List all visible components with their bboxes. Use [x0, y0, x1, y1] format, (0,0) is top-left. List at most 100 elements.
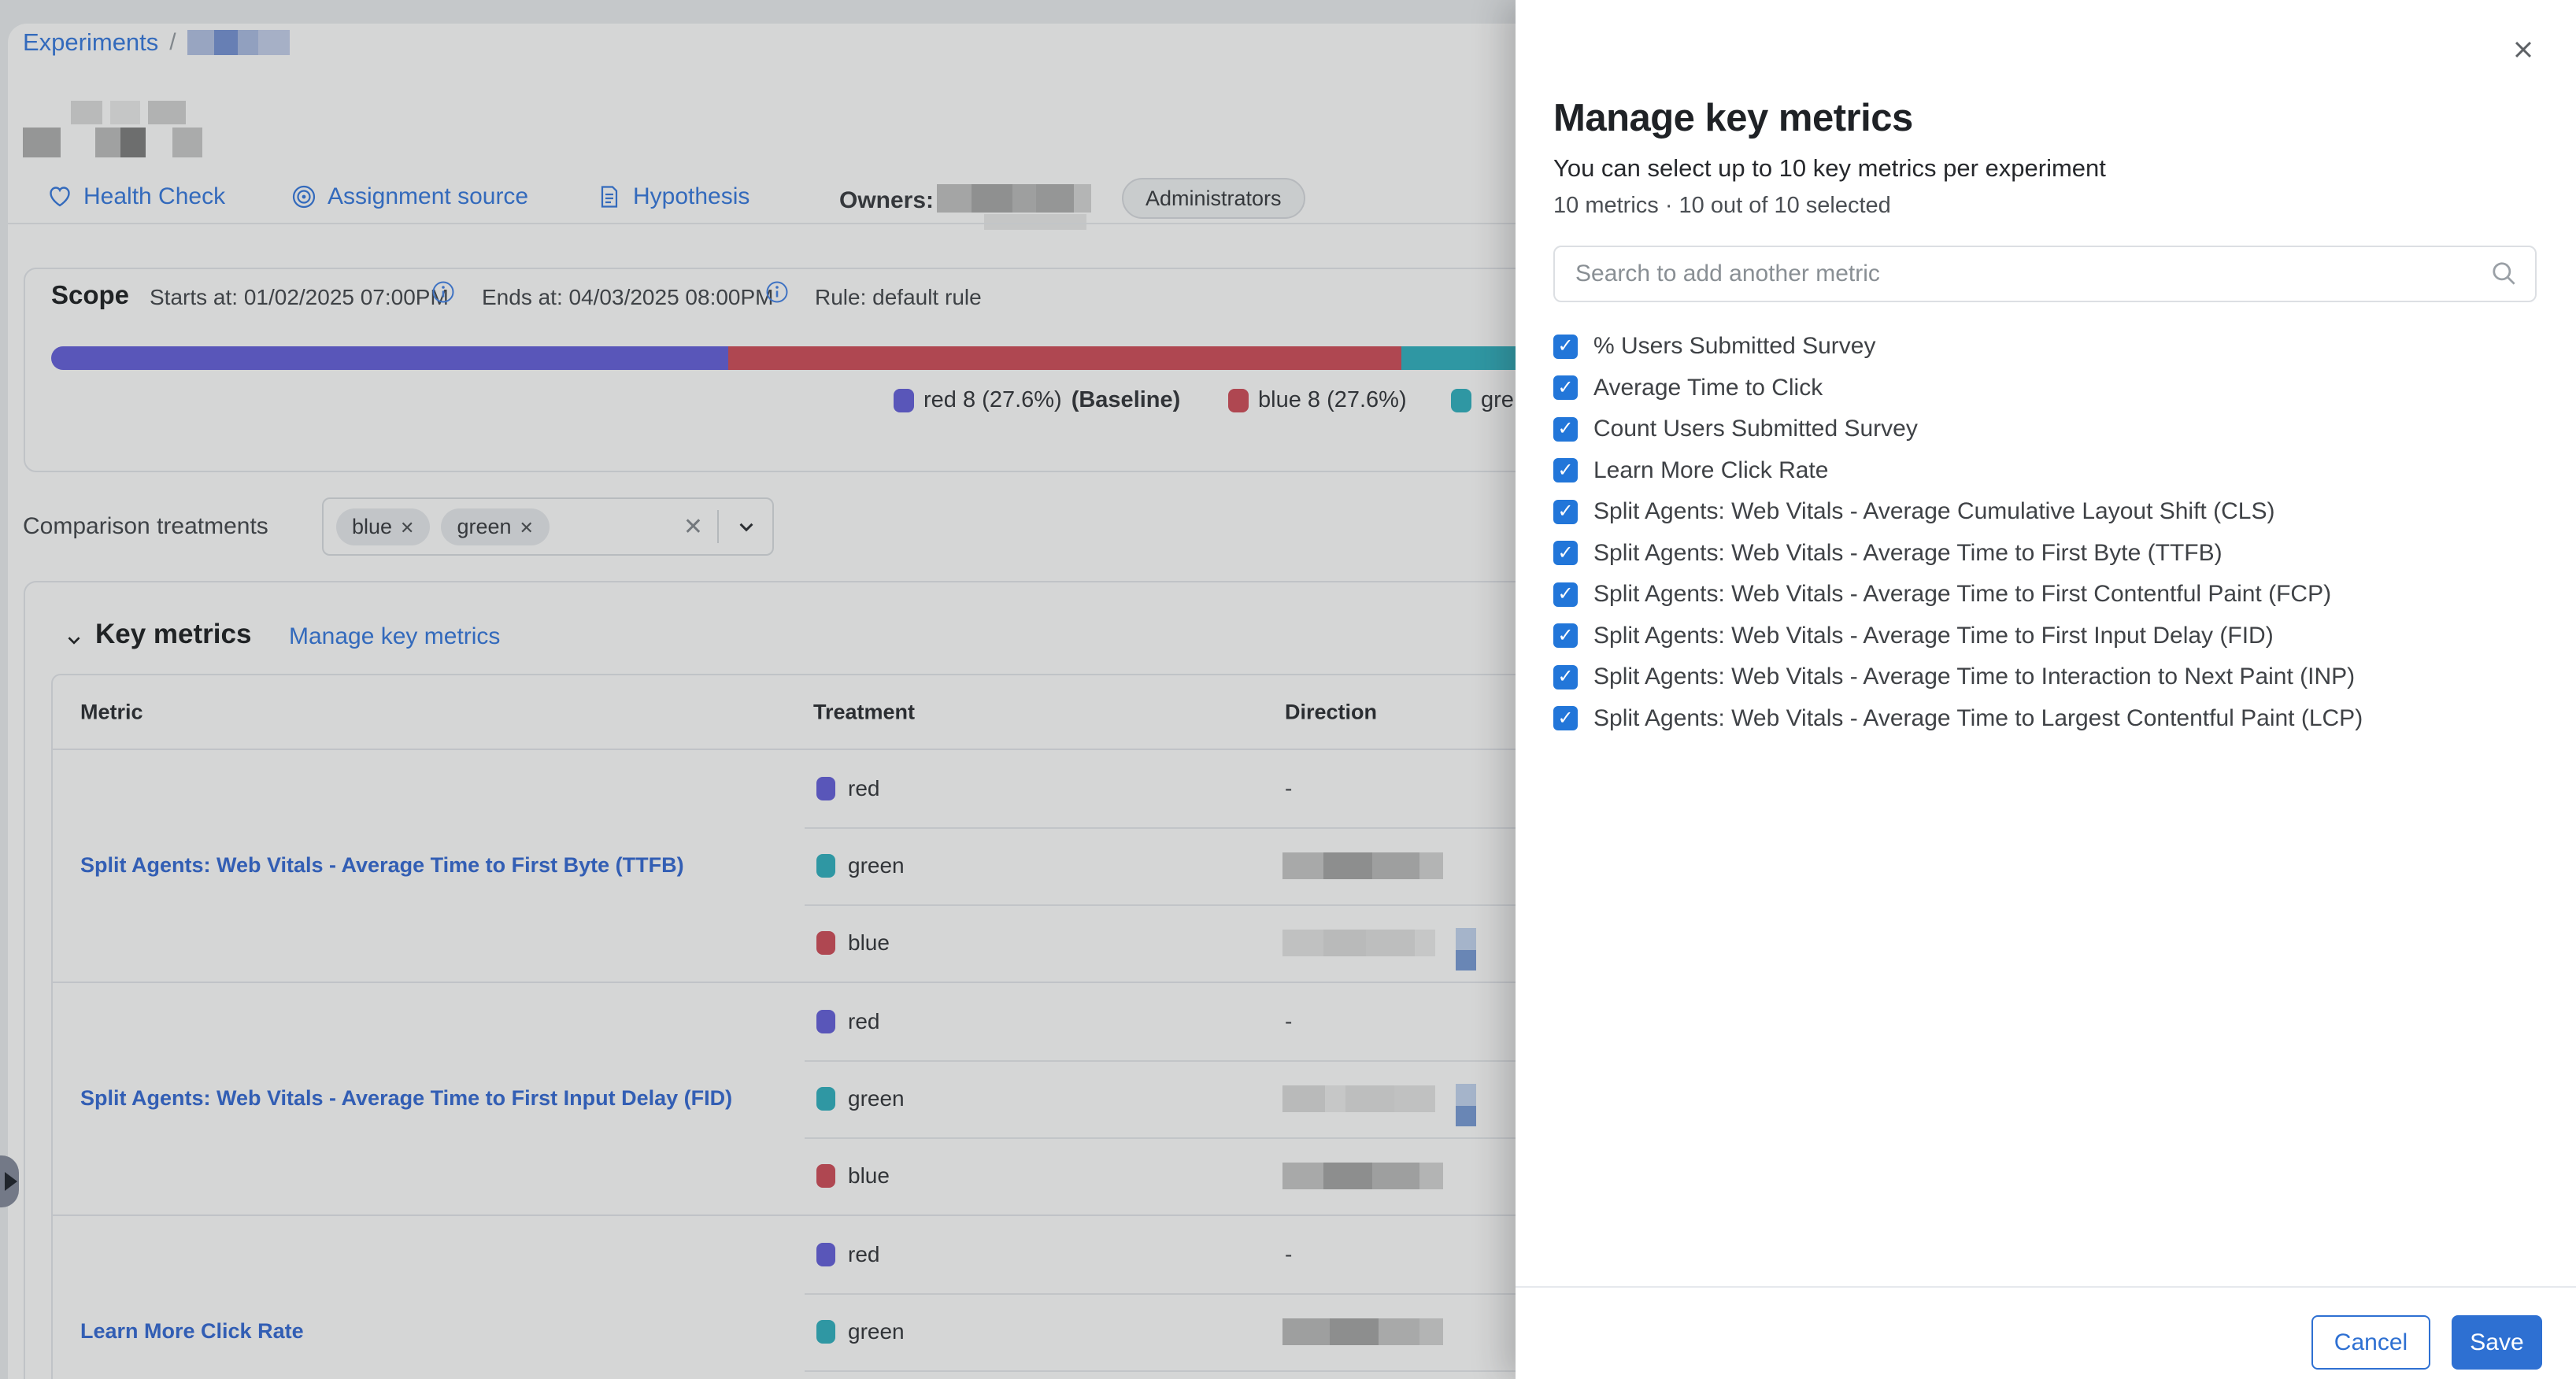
- column-header-direction: Direction: [1285, 700, 1377, 724]
- metric-link-ttfb[interactable]: Split Agents: Web Vitals - Average Time …: [80, 852, 684, 879]
- scope-rule: Rule: default rule: [815, 285, 982, 310]
- experiment-page: Experiments / Health Check Assignment so…: [0, 0, 2576, 1379]
- redacted-breadcrumb-item: [187, 30, 290, 55]
- checkbox-checked-icon[interactable]: [1553, 417, 1578, 442]
- legend-baseline-tag: (Baseline): [1071, 387, 1181, 413]
- health-check-link[interactable]: Health Check: [47, 183, 225, 210]
- assignment-source-link[interactable]: Assignment source: [291, 183, 528, 210]
- treatment-swatch-green: [816, 854, 835, 878]
- comparison-treatments-select[interactable]: blue green: [322, 497, 774, 556]
- metric-checkbox-row[interactable]: Split Agents: Web Vitals - Average Time …: [1553, 656, 2545, 698]
- search-input[interactable]: [1553, 246, 2537, 302]
- table-header-row: Metric Treatment Direction: [53, 675, 1687, 750]
- metric-group-ttfb: Split Agents: Web Vitals - Average Time …: [53, 750, 1687, 982]
- checkbox-checked-icon[interactable]: [1553, 500, 1578, 524]
- administrators-badge[interactable]: Administrators: [1122, 178, 1305, 219]
- redacted-direction: [1282, 1085, 1435, 1112]
- redacted-direction-accent: [1456, 1084, 1476, 1126]
- redacted-owner-name: [937, 184, 1091, 213]
- metric-group-learn-more: Learn More Click Rate red - green: [53, 1214, 1687, 1379]
- legend-item-green: gre: [1451, 387, 1514, 413]
- treatment-swatch-green: [816, 1087, 835, 1111]
- redacted-direction: [1282, 930, 1435, 956]
- metric-checkbox-row[interactable]: Average Time to Click: [1553, 368, 2545, 409]
- chip-blue[interactable]: blue: [336, 508, 430, 545]
- legend-swatch: [1228, 389, 1249, 412]
- heart-icon: [47, 184, 72, 209]
- close-icon[interactable]: [2508, 35, 2538, 65]
- checkbox-checked-icon[interactable]: [1553, 541, 1578, 565]
- direction-value: -: [1285, 1242, 1292, 1267]
- metric-link-learn-more[interactable]: Learn More Click Rate: [80, 1318, 304, 1345]
- selected-metrics-count: 10 metrics · 10 out of 10 selected: [1553, 193, 1891, 219]
- metric-checkbox-row[interactable]: Split Agents: Web Vitals - Average Time …: [1553, 574, 2545, 616]
- breadcrumb-experiments-link[interactable]: Experiments: [23, 28, 158, 57]
- metric-checkbox-row[interactable]: Count Users Submitted Survey: [1553, 409, 2545, 450]
- bar-segment-blue: [728, 346, 1401, 370]
- metric-link-fid[interactable]: Split Agents: Web Vitals - Average Time …: [80, 1085, 732, 1112]
- treatment-swatch-red: [816, 777, 835, 800]
- column-header-treatment: Treatment: [813, 700, 915, 724]
- search-icon: [2489, 259, 2519, 289]
- info-icon[interactable]: [431, 280, 455, 304]
- save-button[interactable]: Save: [2452, 1315, 2542, 1370]
- select-divider: [717, 510, 719, 543]
- metric-group-fid: Split Agents: Web Vitals - Average Time …: [53, 982, 1687, 1214]
- treatment-swatch-red: [816, 1243, 835, 1266]
- manage-key-metrics-link[interactable]: Manage key metrics: [289, 623, 500, 650]
- redacted-direction: [1282, 1318, 1443, 1345]
- metric-checkbox-row[interactable]: Split Agents: Web Vitals - Average Time …: [1553, 616, 2545, 657]
- checkbox-checked-icon[interactable]: [1553, 582, 1578, 607]
- redacted-direction-accent: [1456, 928, 1476, 970]
- document-icon: [597, 184, 622, 209]
- checkbox-checked-icon[interactable]: [1553, 458, 1578, 482]
- owners-label: Owners:: [839, 187, 934, 214]
- cancel-button[interactable]: Cancel: [2311, 1315, 2430, 1370]
- comparison-treatments-label: Comparison treatments: [23, 513, 268, 540]
- direction-value: -: [1285, 776, 1292, 801]
- metric-checkbox-row[interactable]: Split Agents: Web Vitals - Average Cumul…: [1553, 491, 2545, 533]
- checkbox-checked-icon[interactable]: [1553, 665, 1578, 690]
- scope-starts-at: Starts at: 01/02/2025 07:00PM: [150, 285, 449, 310]
- legend-swatch: [894, 389, 914, 412]
- key-metrics-table: Metric Treatment Direction Split Agents:…: [51, 674, 1689, 1379]
- info-icon[interactable]: [765, 280, 789, 304]
- modal-subtitle: You can select up to 10 key metrics per …: [1553, 154, 2106, 183]
- redacted-direction: [1282, 852, 1443, 879]
- checkbox-checked-icon[interactable]: [1553, 706, 1578, 730]
- redacted-page-title-line2: [23, 128, 202, 157]
- hypothesis-link[interactable]: Hypothesis: [597, 183, 749, 210]
- metric-checkbox-row[interactable]: Split Agents: Web Vitals - Average Time …: [1553, 698, 2545, 740]
- chip-remove-icon[interactable]: [520, 515, 534, 539]
- modal-title: Manage key metrics: [1553, 96, 1913, 140]
- breadcrumb-separator: /: [169, 29, 176, 56]
- chip-remove-icon[interactable]: [400, 515, 414, 539]
- redacted-owner-name-sub: [984, 214, 1086, 230]
- legend-swatch: [1451, 389, 1471, 412]
- footer-divider: [1516, 1286, 2576, 1288]
- clear-all-icon[interactable]: [683, 513, 703, 541]
- metric-checkbox-row[interactable]: Learn More Click Rate: [1553, 450, 2545, 492]
- redacted-direction: [1282, 1163, 1443, 1189]
- treatment-distribution-bar: [51, 346, 1571, 370]
- collapse-chevron-icon[interactable]: [62, 628, 86, 652]
- metric-checkbox-row[interactable]: Split Agents: Web Vitals - Average Time …: [1553, 533, 2545, 575]
- key-metrics-title: Key metrics: [95, 619, 251, 650]
- treatment-swatch-green: [816, 1320, 835, 1344]
- legend-item-blue: blue 8 (27.6%): [1228, 387, 1407, 413]
- play-arrow-icon: [5, 1172, 17, 1191]
- bar-segment-red: [51, 346, 728, 370]
- checkbox-checked-icon[interactable]: [1553, 335, 1578, 359]
- chip-green[interactable]: green: [441, 508, 550, 545]
- metric-search: [1553, 246, 2537, 302]
- checkbox-checked-icon[interactable]: [1553, 623, 1578, 648]
- redacted-page-title: [71, 101, 186, 124]
- checkbox-checked-icon[interactable]: [1553, 375, 1578, 400]
- chevron-down-icon[interactable]: [733, 513, 760, 540]
- direction-value: -: [1285, 1009, 1292, 1034]
- metric-checkbox-row[interactable]: % Users Submitted Survey: [1553, 326, 2545, 368]
- treatment-swatch-blue: [816, 931, 835, 955]
- treatment-swatch-blue: [816, 1164, 835, 1188]
- scope-title: Scope: [51, 280, 129, 310]
- target-icon: [291, 184, 316, 209]
